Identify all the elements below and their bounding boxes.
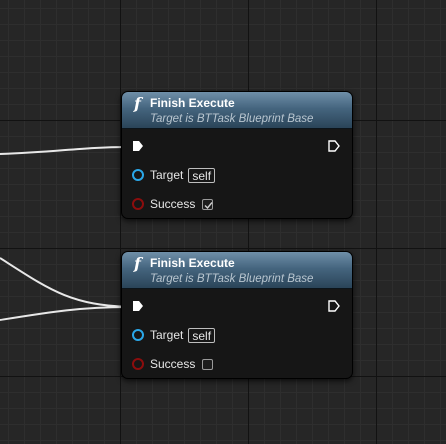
- function-icon: f: [134, 254, 141, 273]
- exec-input-pin[interactable]: [132, 140, 144, 152]
- exec-wire-3[interactable]: [0, 306, 131, 321]
- function-icon: f: [134, 94, 141, 113]
- success-pin-row: Success: [132, 356, 214, 372]
- target-pin[interactable]: [132, 329, 144, 341]
- exec-wire-1[interactable]: [0, 146, 131, 155]
- node-title: Finish Execute: [150, 256, 235, 270]
- success-label: Success: [150, 197, 196, 211]
- node-subtitle: Target is BTTask Blueprint Base: [150, 113, 314, 125]
- target-label: Target: [150, 328, 184, 342]
- target-pin-row: Target self: [132, 167, 216, 183]
- target-self-value[interactable]: self: [188, 167, 216, 183]
- finish-execute-node-2[interactable]: f Finish Execute Target is BTTask Bluepr…: [121, 251, 353, 379]
- checkmark-icon: [204, 201, 213, 209]
- success-pin-row: Success: [132, 196, 214, 212]
- finish-execute-node-1[interactable]: f Finish Execute Target is BTTask Bluepr…: [121, 91, 353, 219]
- node-header[interactable]: f Finish Execute Target is BTTask Bluepr…: [122, 92, 352, 129]
- node-title: Finish Execute: [150, 96, 235, 110]
- exec-wire-2[interactable]: [0, 257, 131, 308]
- target-pin-row: Target self: [132, 327, 216, 343]
- node-header[interactable]: f Finish Execute Target is BTTask Bluepr…: [122, 252, 352, 289]
- target-self-value[interactable]: self: [188, 327, 216, 343]
- exec-output-pin[interactable]: [328, 300, 340, 312]
- target-label: Target: [150, 168, 184, 182]
- exec-output-pin[interactable]: [328, 140, 340, 152]
- success-checkbox[interactable]: [202, 198, 214, 210]
- success-checkbox[interactable]: [202, 358, 214, 370]
- node-subtitle: Target is BTTask Blueprint Base: [150, 273, 314, 285]
- success-label: Success: [150, 357, 196, 371]
- success-pin[interactable]: [132, 198, 144, 210]
- exec-input-pin[interactable]: [132, 300, 144, 312]
- target-pin[interactable]: [132, 169, 144, 181]
- success-pin[interactable]: [132, 358, 144, 370]
